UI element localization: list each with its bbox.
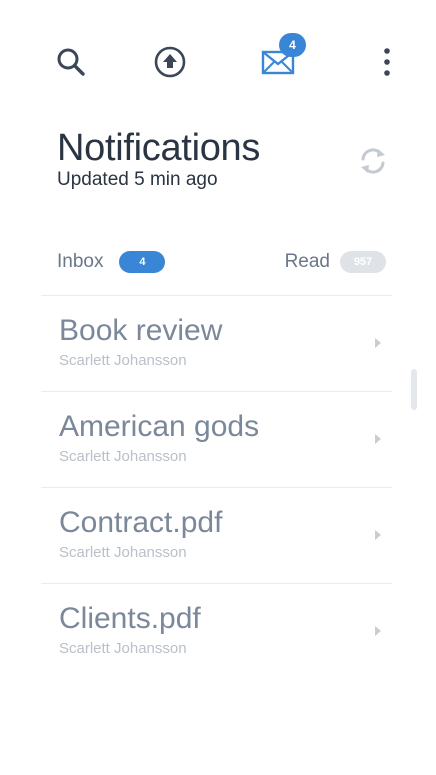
item-author: Scarlett Johansson xyxy=(59,352,187,369)
item-author: Scarlett Johansson xyxy=(59,544,187,561)
page-title: Notifications xyxy=(57,127,261,169)
tab-read[interactable]: Read 957 xyxy=(285,248,386,276)
item-author: Scarlett Johansson xyxy=(59,448,187,465)
list-item[interactable]: American gods Scarlett Johansson xyxy=(41,391,392,487)
tab-inbox-label: Inbox xyxy=(57,251,104,272)
chevron-right-icon xyxy=(375,626,381,636)
search-icon[interactable] xyxy=(53,44,89,80)
item-author: Scarlett Johansson xyxy=(59,640,187,657)
item-title: Contract.pdf xyxy=(59,506,223,539)
inbox-count-badge: 4 xyxy=(119,251,166,273)
mail-badge: 4 xyxy=(279,33,306,57)
tab-read-label: Read xyxy=(284,251,330,272)
tab-inbox[interactable]: Inbox 4 xyxy=(57,248,166,276)
list-item[interactable]: Book review Scarlett Johansson xyxy=(41,295,392,391)
chevron-right-icon xyxy=(375,530,381,540)
item-title: Book review xyxy=(59,314,223,347)
list-item[interactable]: Contract.pdf Scarlett Johansson xyxy=(41,487,392,583)
more-vertical-icon[interactable] xyxy=(369,44,405,80)
chevron-right-icon xyxy=(375,338,381,348)
refresh-icon[interactable] xyxy=(356,144,390,178)
read-count-badge: 957 xyxy=(340,251,386,273)
item-title: Clients.pdf xyxy=(59,602,201,635)
chevron-right-icon xyxy=(375,434,381,444)
scrollbar[interactable] xyxy=(411,369,417,410)
item-title: American gods xyxy=(59,410,260,443)
toolbar: 4 xyxy=(0,0,436,120)
upload-icon[interactable] xyxy=(152,44,188,80)
updated-status: Updated 5 min ago xyxy=(57,169,218,190)
list-item[interactable]: Clients.pdf Scarlett Johansson xyxy=(41,583,392,679)
notification-list: Book review Scarlett Johansson American … xyxy=(41,295,392,679)
